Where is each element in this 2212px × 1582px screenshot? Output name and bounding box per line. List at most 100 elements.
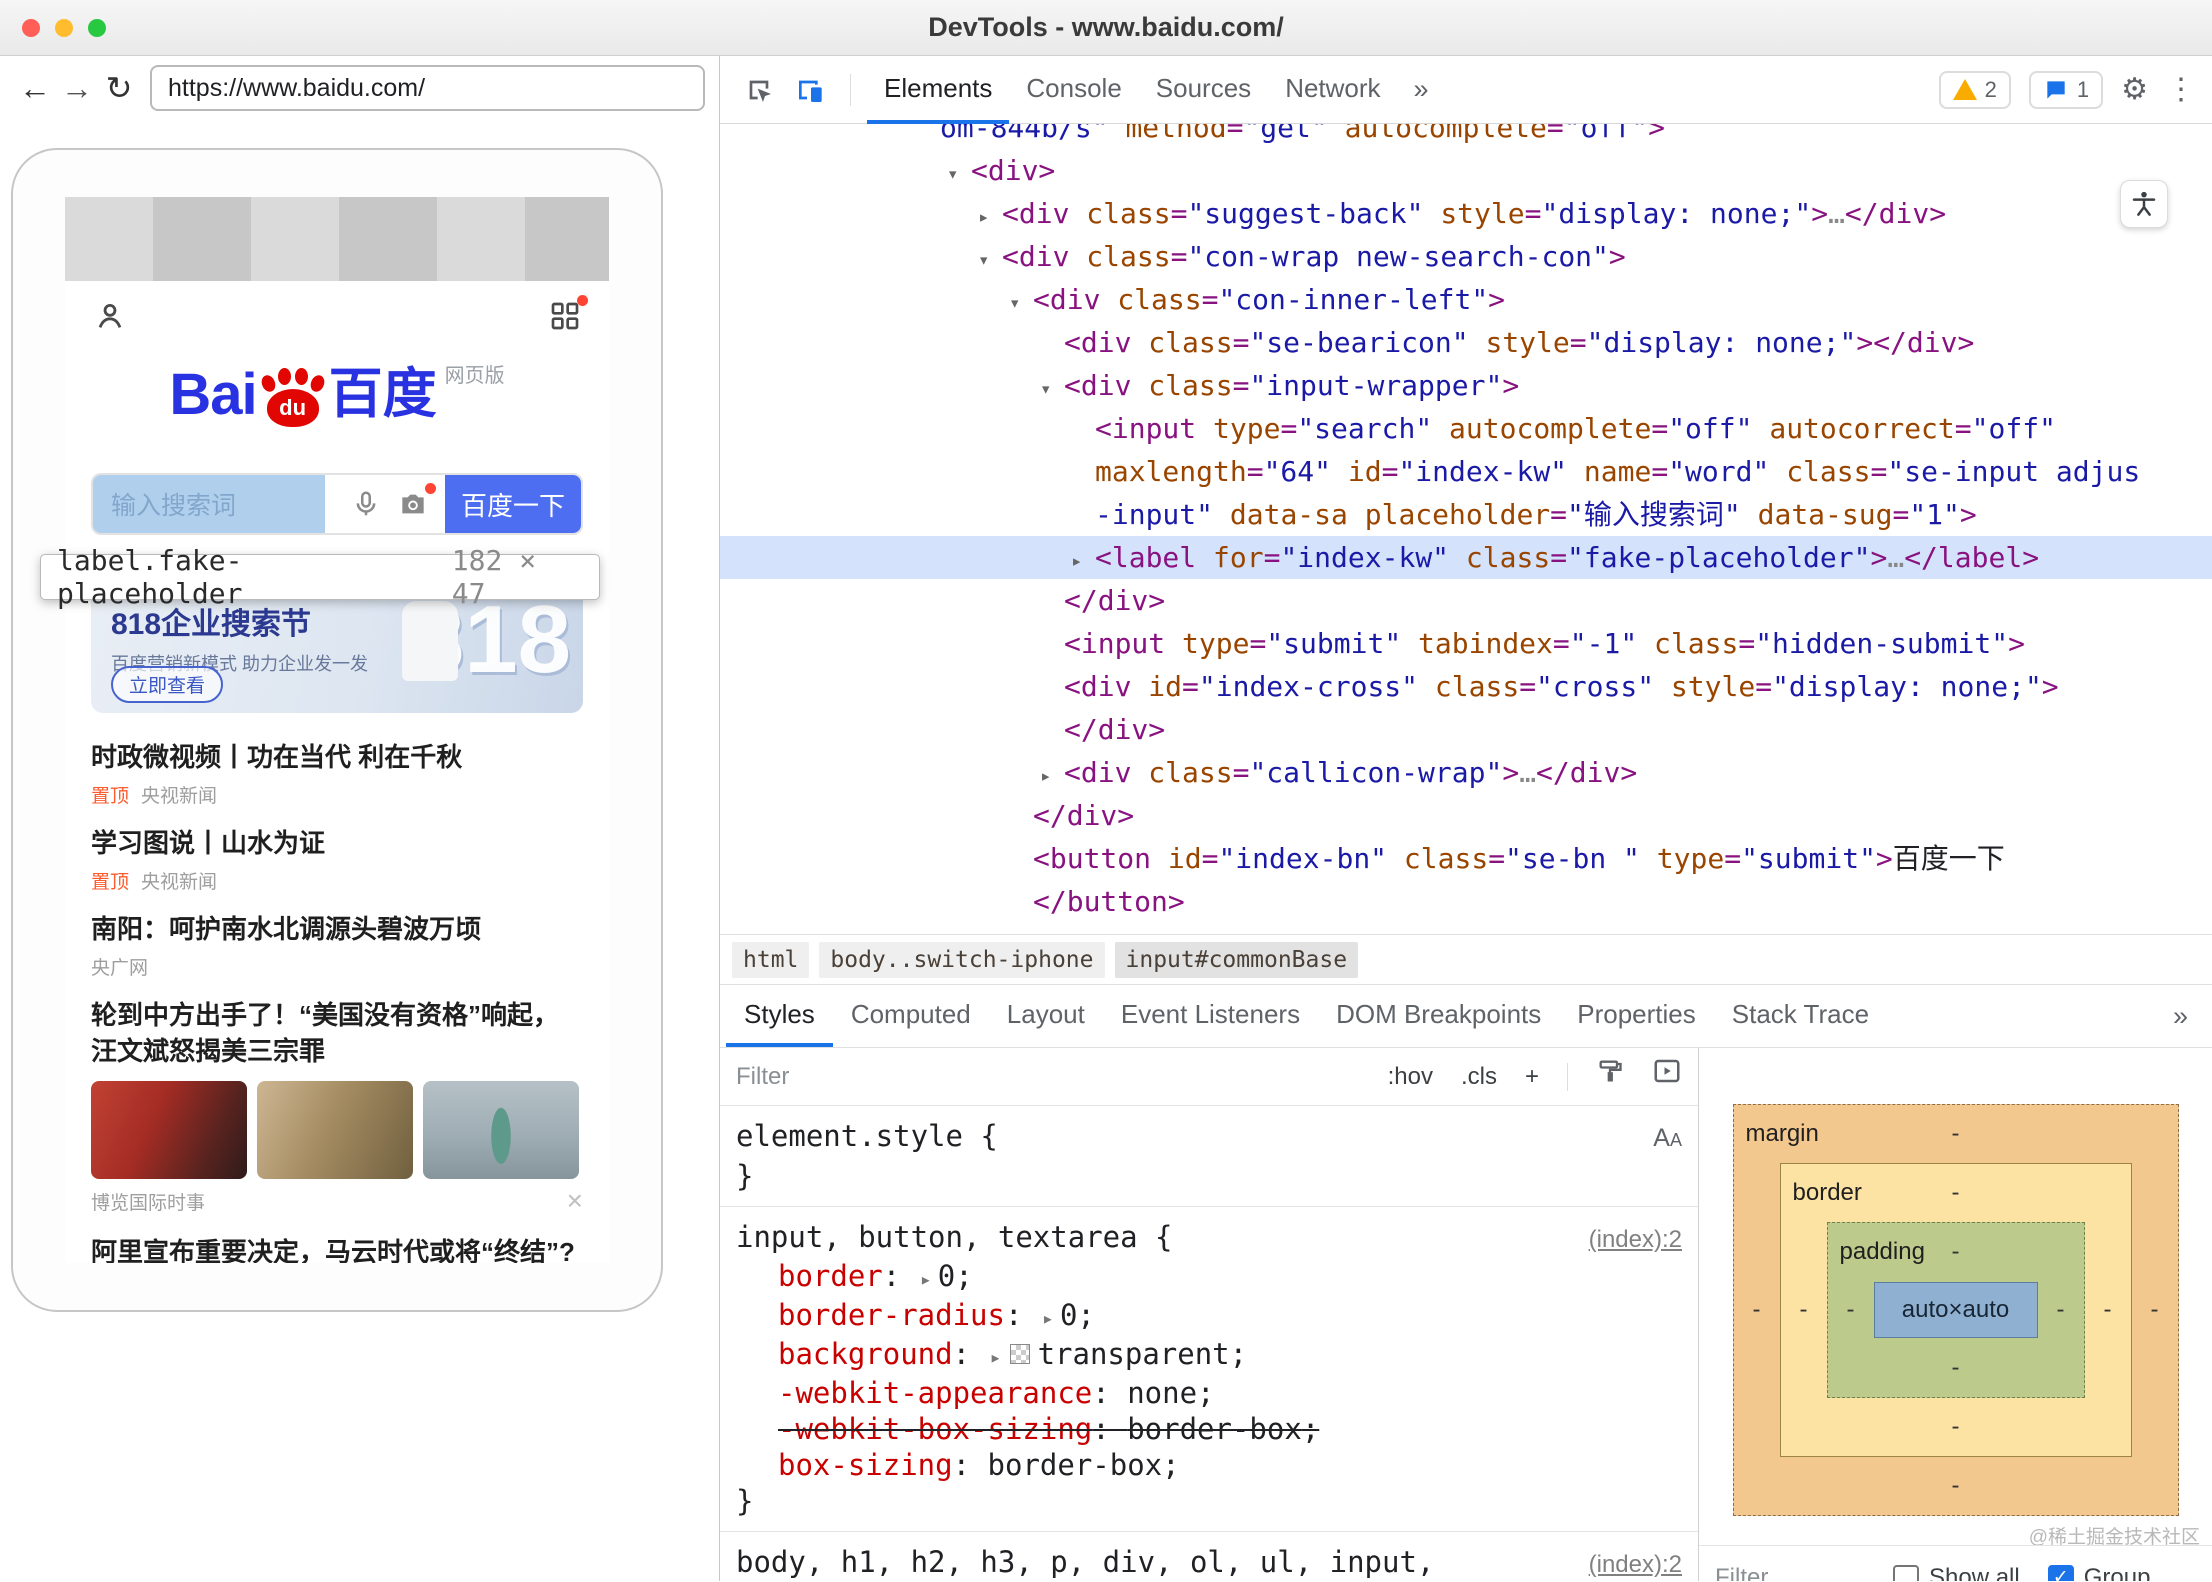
address-bar[interactable]: https://www.baidu.com/ [150,65,705,111]
css-property[interactable]: border-radius: ▸0; [736,1297,1682,1336]
dom-tree-line[interactable]: om-844b/s" method="get" autocomplete="of… [720,124,2212,149]
padding-right-value[interactable]: - [2057,1296,2065,1324]
devtools-tab-console[interactable]: Console [1009,56,1138,124]
dom-tree-line[interactable]: ▾<div> [720,149,2212,192]
css-property[interactable]: -webkit-appearance: none; [736,1375,1682,1411]
styles-tab-styles[interactable]: Styles [726,985,833,1047]
styles-tab-layout[interactable]: Layout [989,985,1103,1047]
news-title-link[interactable]: 轮到中方出手了！“美国没有资格”响起，汪文斌怒揭美三宗罪 [91,997,583,1069]
user-profile-icon[interactable] [93,299,127,338]
dom-tree-line[interactable]: <div class="se-bearicon" style="display:… [720,321,2212,364]
news-photo-crowd[interactable] [257,1081,413,1179]
box-model-content[interactable]: auto×auto [1874,1282,2038,1338]
news-title-link[interactable]: 阿里宣布重要决定，马云时代或将“终结”? [91,1234,583,1263]
device-toolbar-icon[interactable] [788,67,834,113]
new-style-rule-icon[interactable]: + [1525,1059,1539,1095]
border-left-value[interactable]: - [1800,1296,1808,1324]
dom-tree-line[interactable]: </div> [720,579,2212,622]
expand-arrow-icon[interactable]: ▸ [978,196,1002,239]
devtools-tab-sources[interactable]: Sources [1139,56,1268,124]
breadcrumb-item[interactable]: input#commonBase [1115,942,1359,978]
dom-tree-line[interactable]: </div> [720,708,2212,751]
border-right-value[interactable]: - [2104,1296,2112,1324]
close-window-button[interactable] [22,19,40,37]
expand-longhand-icon[interactable]: ▸ [990,1345,1002,1369]
selector-text[interactable]: input, button, textarea { [736,1219,1173,1255]
microphone-icon[interactable] [351,489,381,519]
padding-bottom-value[interactable]: - [1952,1354,1960,1382]
dom-tree-line[interactable]: <input type="search" autocomplete="off" … [720,407,2212,450]
show-all-checkbox[interactable] [1893,1565,1919,1582]
css-property[interactable]: -webkit-box-sizing: border-box; [736,1411,1682,1447]
styles-tab-properties[interactable]: Properties [1559,985,1714,1047]
margin-right-value[interactable]: - [2151,1296,2159,1324]
expand-longhand-icon[interactable]: ▸ [1042,1306,1054,1330]
expand-arrow-icon[interactable]: ▾ [1009,282,1033,325]
devtools-tab-network[interactable]: Network [1268,56,1397,124]
border-bottom-value[interactable]: - [1952,1413,1960,1441]
css-property[interactable]: box-sizing: border-box; [736,1447,1682,1483]
dom-tree-line[interactable]: ▸<div class="suggest-back" style="displa… [720,192,2212,235]
stylesheet-source-link[interactable]: (index):2 [1589,1222,1682,1258]
breadcrumb-item[interactable]: html [732,942,809,978]
dom-tree-line[interactable]: <button id="index-bn" class="se-bn " typ… [720,837,2212,880]
dom-tree-line[interactable]: ▾<div class="input-wrapper"> [720,364,2212,407]
more-tabs-icon[interactable]: » [1404,74,1439,105]
camera-icon[interactable] [397,488,429,520]
zoom-window-button[interactable] [88,19,106,37]
styles-filter-input[interactable]: Filter [736,1059,1360,1095]
box-model-margin[interactable]: margin - - border - - [1733,1104,2179,1516]
news-title-link[interactable]: 时政微视频丨功在当代 利在千秋 [91,739,583,775]
styles-tab-event-listeners[interactable]: Event Listeners [1103,985,1318,1047]
margin-top-value[interactable]: - [1952,1120,1960,1148]
dom-tree-line[interactable]: </button> [720,880,2212,923]
expand-arrow-icon[interactable]: ▸ [1071,540,1095,583]
group-checkbox[interactable]: ✓ [2048,1565,2074,1582]
more-sidebar-tabs-icon[interactable]: » [2173,1001,2206,1032]
issues-badge[interactable]: 1 [2029,71,2103,109]
font-editor-icon[interactable]: AA [1653,1119,1682,1158]
apps-grid-icon[interactable] [549,300,581,337]
reload-icon[interactable]: ↻ [98,69,140,107]
banner-cta-button[interactable]: 立即查看 [111,666,223,703]
accessibility-button[interactable] [2120,180,2168,228]
paint-roller-icon[interactable] [1596,1057,1624,1096]
toggle-hover-state-button[interactable]: :hov [1388,1059,1433,1095]
margin-left-value[interactable]: - [1753,1296,1761,1324]
margin-bottom-value[interactable]: - [1952,1472,1960,1500]
news-title-link[interactable]: 南阳：呵护南水北调源头碧波万顷 [91,911,583,947]
back-icon[interactable]: ← [14,70,56,107]
dom-tree-line[interactable]: ▾<div class="con-inner-left"> [720,278,2212,321]
expand-arrow-icon[interactable]: ▾ [947,153,971,196]
computed-panel-toggle-icon[interactable] [1652,1056,1682,1097]
styles-tab-computed[interactable]: Computed [833,985,989,1047]
dom-tree-line[interactable]: ▸<div class="callicon-wrap">…</div> [720,751,2212,794]
css-property[interactable]: background: ▸transparent; [736,1336,1682,1375]
dom-tree-line[interactable]: <input type="submit" tabindex="-1" class… [720,622,2212,665]
more-options-icon[interactable]: ⋮ [2166,72,2196,107]
color-swatch-icon[interactable] [1010,1344,1030,1364]
toggle-class-button[interactable]: .cls [1461,1059,1497,1095]
devtools-tab-elements[interactable]: Elements [867,56,1009,124]
expand-arrow-icon[interactable]: ▾ [1040,368,1064,411]
css-property[interactable]: border: ▸0; [736,1258,1682,1297]
warnings-badge[interactable]: 2 [1939,71,2011,109]
selector-text[interactable]: body, h1, h2, h3, p, div, ol, ul, input, [736,1544,1434,1580]
expand-arrow-icon[interactable]: ▾ [978,239,1002,282]
element-style-selector[interactable]: element.style { [736,1118,998,1154]
minimize-window-button[interactable] [55,19,73,37]
inspect-element-icon[interactable] [736,67,782,113]
close-icon[interactable]: × [567,1185,583,1217]
padding-left-value[interactable]: - [1847,1296,1855,1324]
news-photo-flag[interactable] [91,1081,247,1179]
forward-icon[interactable]: → [56,70,98,107]
border-top-value[interactable]: - [1952,1179,1960,1207]
dom-tree-line[interactable]: maxlength="64" id="index-kw" name="word"… [720,450,2212,493]
styles-tab-stack-trace[interactable]: Stack Trace [1714,985,1887,1047]
stylesheet-source-link[interactable]: (index):2 [1589,1547,1682,1581]
expand-arrow-icon[interactable]: ▸ [1040,755,1064,798]
news-photo-statue[interactable] [423,1081,579,1179]
dom-tree-line[interactable]: -input" data-sa placeholder="输入搜索词" data… [720,493,2212,536]
dom-tree-line[interactable]: <div id="index-cross" class="cross" styl… [720,665,2212,708]
expand-longhand-icon[interactable]: ▸ [920,1267,932,1291]
